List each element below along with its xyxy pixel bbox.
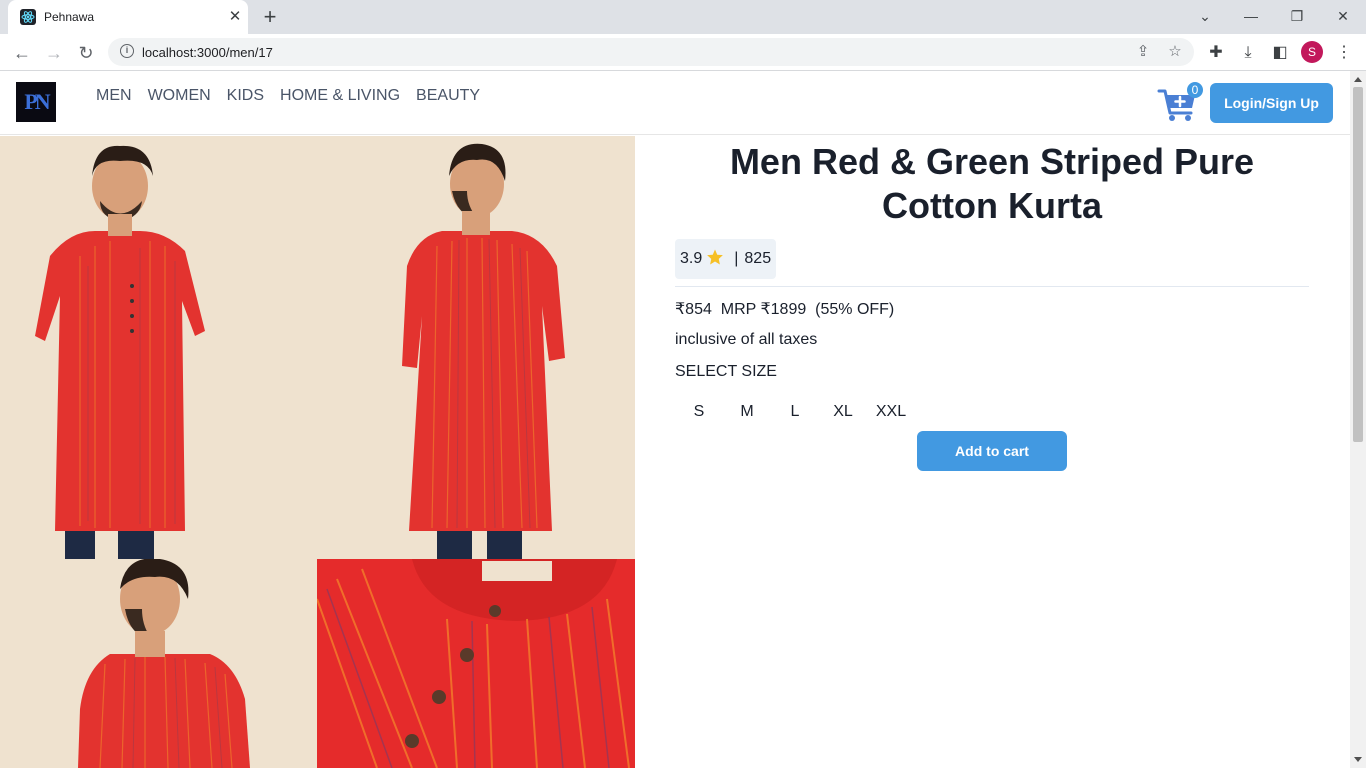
rating-box: 3.9 | 825 bbox=[675, 239, 777, 279]
scroll-thumb[interactable] bbox=[1353, 87, 1363, 442]
size-option-l[interactable]: L bbox=[771, 392, 819, 432]
tax-note: inclusive of all taxes bbox=[675, 331, 818, 348]
cart-count-badge: 0 bbox=[1187, 82, 1203, 98]
product-image-back[interactable] bbox=[317, 136, 635, 559]
product-image-closeup[interactable] bbox=[317, 559, 635, 768]
divider bbox=[675, 286, 1309, 287]
product-image-side[interactable] bbox=[0, 559, 317, 768]
logo-mark: PN bbox=[24, 89, 50, 114]
nav-beauty[interactable]: BEAUTY bbox=[416, 87, 480, 105]
window-close-icon[interactable]: ✕ bbox=[1329, 4, 1357, 28]
size-selector: S M L XL XXL bbox=[675, 392, 915, 432]
side-panel-icon[interactable]: ◧ bbox=[1269, 42, 1291, 64]
nav-women[interactable]: WOMEN bbox=[148, 87, 211, 105]
login-signup-button[interactable]: Login/Sign Up bbox=[1210, 83, 1333, 123]
rating-separator: | bbox=[734, 250, 739, 267]
main-nav: MEN WOMEN KIDS HOME & LIVING BEAUTY bbox=[96, 87, 480, 105]
profile-avatar[interactable]: S bbox=[1301, 41, 1323, 63]
menu-kebab-icon[interactable]: ⋮ bbox=[1333, 42, 1355, 64]
new-tab-icon[interactable]: + bbox=[258, 6, 282, 30]
reload-icon[interactable]: ↻ bbox=[73, 40, 99, 66]
tab-title: Pehnawa bbox=[44, 10, 95, 24]
add-to-cart-button[interactable]: Add to cart bbox=[917, 431, 1067, 471]
tab-close-icon[interactable]: ✕ bbox=[226, 8, 244, 26]
minimize-icon[interactable]: — bbox=[1237, 4, 1265, 28]
size-option-m[interactable]: M bbox=[723, 392, 771, 432]
product-image-front[interactable] bbox=[0, 136, 317, 559]
site-info-icon[interactable]: i bbox=[120, 44, 134, 58]
product-gallery bbox=[0, 136, 635, 768]
share-icon[interactable]: ⇪ bbox=[1134, 43, 1152, 61]
product-details: Men Red & Green Striped Pure Cotton Kurt… bbox=[635, 136, 1350, 768]
nav-home-living[interactable]: HOME & LIVING bbox=[280, 87, 400, 105]
page-viewport: PN MEN WOMEN KIDS HOME & LIVING BEAUTY 0… bbox=[0, 71, 1350, 768]
scroll-up-arrow-icon[interactable] bbox=[1354, 77, 1362, 82]
browser-tab[interactable]: Pehnawa ✕ bbox=[8, 0, 248, 34]
bookmark-star-icon[interactable]: ☆ bbox=[1166, 43, 1184, 61]
restore-icon[interactable]: ❐ bbox=[1283, 4, 1311, 28]
size-option-xl[interactable]: XL bbox=[819, 392, 867, 432]
nav-men[interactable]: MEN bbox=[96, 87, 132, 105]
extensions-icon[interactable]: ✚ bbox=[1205, 42, 1227, 64]
page-scrollbar[interactable] bbox=[1350, 71, 1366, 768]
site-header: PN MEN WOMEN KIDS HOME & LIVING BEAUTY 0… bbox=[0, 71, 1350, 135]
browser-tabstrip: Pehnawa ✕ + ⌄ — ❐ ✕ bbox=[0, 0, 1366, 34]
download-icon[interactable]: ⤓ bbox=[1237, 42, 1259, 64]
product-title: Men Red & Green Striped Pure Cotton Kurt… bbox=[729, 141, 1255, 226]
site-logo[interactable]: PN bbox=[16, 82, 56, 122]
browser-toolbar: ← → ↻ i localhost:3000/men/17 ⇪ ☆ ✚ ⤓ ◧ … bbox=[0, 34, 1366, 71]
size-option-xxl[interactable]: XXL bbox=[867, 392, 915, 432]
address-bar[interactable]: i localhost:3000/men/17 ⇪ ☆ bbox=[108, 38, 1194, 66]
tab-search-chevron-icon[interactable]: ⌄ bbox=[1191, 4, 1219, 28]
react-favicon-icon bbox=[20, 9, 36, 25]
forward-icon[interactable]: → bbox=[41, 40, 67, 66]
star-icon bbox=[706, 248, 724, 271]
rating-count: 825 bbox=[744, 250, 772, 267]
price-line: ₹854 MRP ₹1899 (55% OFF) bbox=[675, 301, 895, 318]
select-size-label: SELECT SIZE bbox=[675, 363, 777, 380]
url-text[interactable]: localhost:3000/men/17 bbox=[142, 45, 273, 60]
scroll-down-arrow-icon[interactable] bbox=[1354, 757, 1362, 762]
size-option-s[interactable]: S bbox=[675, 392, 723, 432]
rating-value: 3.9 bbox=[680, 250, 703, 267]
nav-kids[interactable]: KIDS bbox=[227, 87, 264, 105]
back-icon[interactable]: ← bbox=[9, 40, 35, 66]
